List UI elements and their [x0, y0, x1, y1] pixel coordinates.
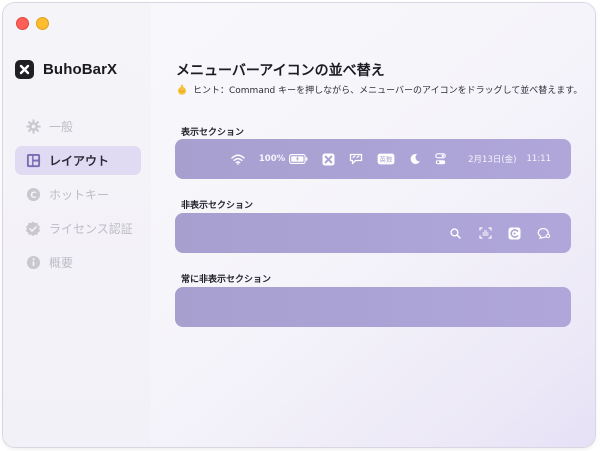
sidebar-item-label: 一般: [49, 120, 74, 134]
sidebar-item-hotkey[interactable]: C ホットキー: [15, 180, 141, 209]
brand: BuhoBarX: [15, 60, 117, 79]
sidebar-nav: 一般 レイアウト C ホットキー ライセンス認証 概要: [15, 112, 141, 282]
hand-pointer-icon: [176, 84, 188, 96]
hint-text: ヒント：Command キーを押しながら、メニューバーのアイコンをドラッグして並…: [176, 83, 582, 96]
always-hidden-section-bar[interactable]: [175, 287, 571, 327]
sidebar-item-label: ホットキー: [49, 188, 110, 202]
screenshot-icon[interactable]: [479, 225, 492, 241]
app-badge-icon[interactable]: [508, 225, 521, 241]
buhobarx-logo-icon: [15, 60, 34, 79]
hotkey-icon: C: [25, 187, 41, 203]
sidebar-item-layout[interactable]: レイアウト: [15, 146, 141, 175]
battery-percent: 100%: [258, 154, 286, 164]
sidebar-item-about[interactable]: 概要: [15, 248, 141, 277]
sidebar-item-label: 概要: [49, 256, 74, 270]
page-title: メニューバーアイコンの並べ替え: [176, 63, 385, 79]
info-icon: [25, 255, 41, 271]
search-icon[interactable]: [450, 225, 461, 241]
main-panel: メニューバーアイコンの並べ替え ヒント：Command キーを押しながら、メニュ…: [173, 3, 595, 447]
layout-icon: [25, 153, 41, 169]
shown-section-bar[interactable]: 100% 英数 2月13日(金) 11:11: [175, 139, 571, 179]
bubble-icon[interactable]: [349, 151, 363, 167]
sidebar: BuhoBarX 一般 レイアウト C ホットキー ライセンス認証 概要: [3, 3, 151, 447]
verified-badge-icon: [25, 221, 41, 237]
keyboard-input-icon[interactable]: 英数: [377, 151, 395, 167]
battery-icon[interactable]: [289, 151, 308, 167]
app-name: BuhoBarX: [43, 61, 118, 78]
sidebar-item-label: ライセンス認証: [49, 222, 133, 236]
shown-section-label: 表示セクション: [181, 128, 245, 138]
svg-text:英数: 英数: [380, 155, 394, 164]
window-controls: [16, 17, 49, 30]
close-window-button[interactable]: [16, 17, 29, 30]
hint-label: ヒント：Command キーを押しながら、メニューバーのアイコンをドラッグして並…: [193, 86, 583, 96]
hidden-section-bar[interactable]: [175, 213, 571, 253]
menu-bar-time: 11:11: [526, 154, 552, 164]
gear-icon: [25, 119, 41, 135]
hidden-section-label: 非表示セクション: [181, 201, 254, 211]
buhobarx-icon[interactable]: [322, 151, 335, 167]
wifi-icon[interactable]: [231, 151, 245, 167]
sidebar-item-general[interactable]: 一般: [15, 112, 141, 141]
always-hidden-section-label: 常に非表示セクション: [181, 275, 272, 285]
sidebar-item-license[interactable]: ライセンス認証: [15, 214, 141, 243]
control-center-icon[interactable]: [435, 151, 446, 167]
minimize-window-button[interactable]: [36, 17, 49, 30]
moon-icon[interactable]: [409, 151, 421, 167]
app-window: BuhoBarX 一般 レイアウト C ホットキー ライセンス認証 概要 メニュ…: [3, 3, 595, 447]
svg-text:C: C: [30, 191, 37, 201]
chat-search-icon[interactable]: [537, 225, 551, 241]
sidebar-item-label: レイアウト: [49, 154, 110, 168]
menu-bar-date: 2月13日(金): [468, 155, 517, 165]
